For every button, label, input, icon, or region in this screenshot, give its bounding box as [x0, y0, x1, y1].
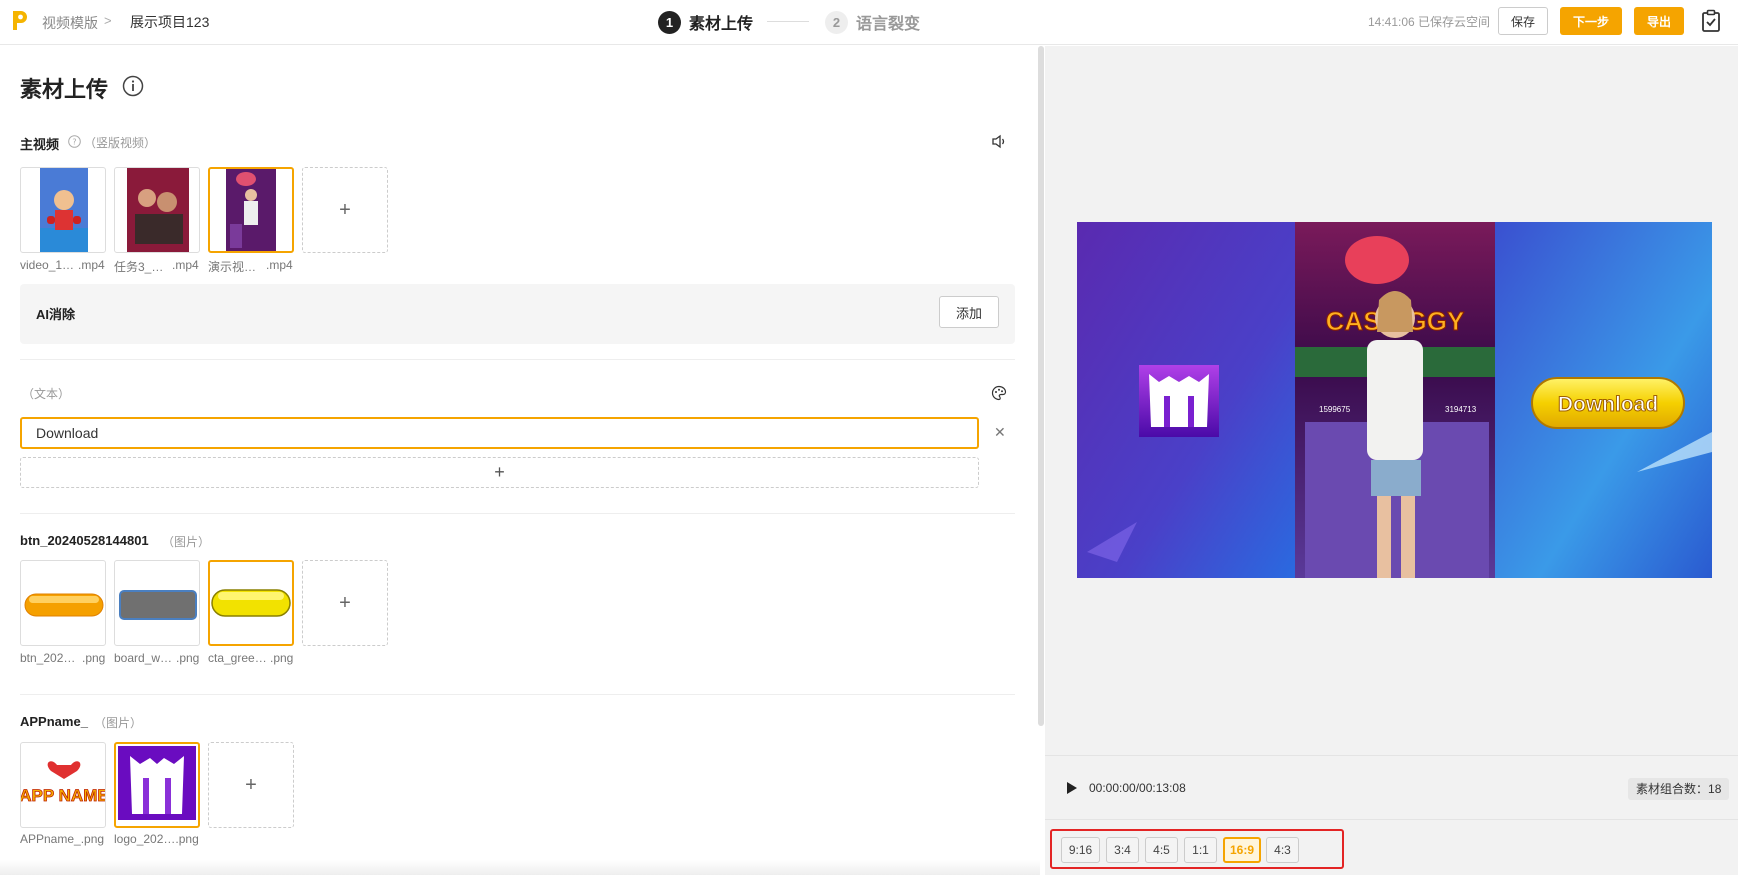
breadcrumb-separator: >	[104, 13, 112, 28]
score-left: 1599675	[1319, 405, 1351, 414]
file-ext: .png	[270, 651, 294, 665]
app-logo-icon[interactable]	[10, 9, 28, 33]
next-step-button[interactable]: 下一步	[1560, 7, 1622, 35]
video-thumbnail-image	[226, 169, 276, 251]
button-image-orange	[24, 593, 104, 617]
file-ext: .mp4	[266, 258, 293, 272]
combo-count: 18	[1708, 782, 1722, 796]
panel-scrollbar[interactable]	[1038, 46, 1044, 726]
step-number: 2	[825, 10, 848, 34]
button-image-gray	[119, 590, 197, 620]
play-icon[interactable]	[1066, 781, 1078, 795]
video-preview[interactable]: CASH GGY 1599675 3194713 Download	[1077, 222, 1712, 578]
palette-icon[interactable]	[991, 385, 1007, 401]
divider	[20, 694, 1015, 695]
combo-label: 素材组合数：	[1636, 782, 1709, 796]
svg-text:?: ?	[72, 138, 76, 147]
save-button[interactable]: 保存	[1498, 7, 1548, 35]
text-section-hint: （文本）	[22, 387, 71, 401]
presenter-shirt	[1367, 340, 1423, 460]
button-image-yellow	[211, 589, 291, 617]
btn-section-title: btn_20240528144801	[20, 533, 149, 548]
step-upload[interactable]: 1 素材上传	[658, 10, 753, 34]
file-name: APPname_.png	[20, 832, 105, 846]
file-name: board_w…	[114, 651, 173, 665]
logo-image	[118, 746, 196, 820]
add-image-button[interactable]: +	[208, 742, 294, 828]
help-icon[interactable]: ?	[68, 135, 81, 148]
appname-section-title: APPname_	[20, 714, 88, 729]
step-connector	[767, 21, 809, 22]
export-button[interactable]: 导出	[1634, 7, 1684, 35]
file-name: cta_gree…	[208, 651, 267, 665]
playback-time: 00:00:00/00:13:08	[1089, 781, 1186, 795]
file-name: btn_202…	[20, 651, 76, 665]
video-thumb[interactable]	[114, 167, 200, 253]
image-thumb[interactable]: APP NAME	[20, 742, 106, 828]
ai-removal-add-button[interactable]: 添加	[939, 296, 999, 328]
save-status: 14:41:06 已保存云空间	[1368, 15, 1491, 29]
ratio-9-16[interactable]: 9:16	[1061, 837, 1100, 863]
combo-count-badge: 素材组合数：18	[1628, 778, 1730, 800]
image-thumb-selected[interactable]	[114, 742, 200, 828]
preview-cta-text: Download	[1558, 393, 1658, 416]
ai-removal-box: AI消除 添加	[20, 284, 1015, 344]
clear-text-icon[interactable]: ✕	[994, 424, 1006, 441]
page-title: 素材上传	[20, 77, 109, 102]
add-text-button[interactable]: +	[20, 457, 979, 488]
ratio-1-1[interactable]: 1:1	[1184, 837, 1217, 863]
bottom-fade	[0, 860, 1040, 875]
step-language[interactable]: 2 语言裂变	[825, 10, 920, 34]
file-ext: .png	[82, 651, 106, 665]
file-name: 任务3_…	[114, 260, 164, 274]
add-video-button[interactable]: +	[302, 167, 388, 253]
text-input[interactable]: Download	[20, 417, 979, 449]
file-ext: .png	[176, 651, 200, 665]
step-label: 素材上传	[689, 16, 754, 33]
main-video-title: 主视频	[20, 137, 60, 152]
info-icon[interactable]	[122, 75, 144, 97]
file-ext: .mp4	[172, 258, 199, 272]
image-thumb[interactable]	[114, 560, 200, 646]
image-thumb-selected[interactable]	[208, 560, 294, 646]
top-bar: 视频模版 > 展示项目123 1 素材上传 2 语言裂变 14:41:06 已保…	[0, 0, 1738, 45]
project-name: 展示项目123	[130, 14, 210, 30]
video-thumb-selected[interactable]	[208, 167, 294, 253]
speaker-icon[interactable]	[991, 134, 1007, 149]
appname-art-text: APP NAME	[21, 786, 106, 805]
score-right: 3194713	[1445, 405, 1477, 414]
step-number: 1	[658, 10, 681, 34]
main-video-hint: （竖版视频）	[84, 136, 157, 150]
file-name: 演示视…	[208, 260, 257, 274]
file-name: logo_202….png	[114, 832, 199, 846]
file-ext: .mp4	[78, 258, 105, 272]
ai-removal-label: AI消除	[36, 307, 76, 322]
video-thumbnail-image	[40, 168, 88, 252]
image-thumb[interactable]	[20, 560, 106, 646]
add-image-button[interactable]: +	[302, 560, 388, 646]
ratio-4-5[interactable]: 4:5	[1145, 837, 1178, 863]
appname-section-hint: （图片）	[94, 716, 143, 730]
divider	[20, 513, 1015, 514]
video-thumb[interactable]	[20, 167, 106, 253]
ratio-4-3[interactable]: 4:3	[1266, 837, 1299, 863]
btn-section-hint: （图片）	[162, 535, 211, 549]
clipboard-check-icon[interactable]	[1700, 9, 1722, 33]
file-name: video_1…	[20, 258, 75, 272]
step-label: 语言裂变	[856, 16, 921, 33]
pig-balloon	[1345, 236, 1409, 284]
ratio-3-4[interactable]: 3:4	[1106, 837, 1139, 863]
video-thumbnail-image	[127, 168, 189, 252]
breadcrumb-root[interactable]: 视频模版	[42, 13, 98, 33]
appname-image: APP NAME	[21, 761, 106, 805]
ratio-16-9[interactable]: 16:9	[1223, 837, 1261, 863]
divider	[20, 359, 1015, 360]
